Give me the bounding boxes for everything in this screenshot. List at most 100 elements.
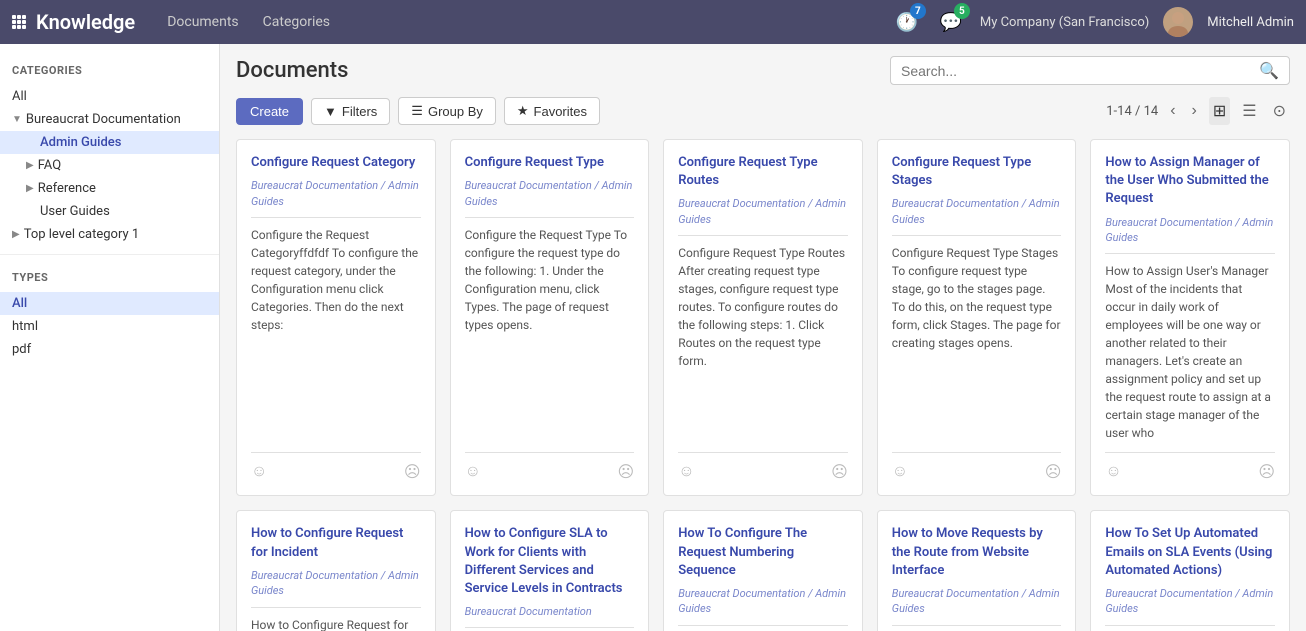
card-1-footer: ☺ ☹ bbox=[465, 452, 635, 481]
nav-documents[interactable]: Documents bbox=[167, 14, 238, 30]
card-2-breadcrumb: Bureaucrat Documentation / Admin Guides bbox=[678, 196, 848, 227]
card-2-divider bbox=[678, 235, 848, 236]
card-0-title[interactable]: Configure Request Category bbox=[251, 154, 421, 172]
settings-view-button[interactable]: ⊙ bbox=[1269, 97, 1290, 125]
sidebar-item-toplevel[interactable]: ▶ Top level category 1 bbox=[0, 223, 219, 246]
card-3-body: Configure Request Type Stages To configu… bbox=[892, 244, 1062, 442]
sidebar-pdf-label: pdf bbox=[12, 342, 31, 357]
nav-categories[interactable]: Categories bbox=[263, 14, 330, 30]
card-7-breadcrumb: Bureaucrat Documentation / Admin Guides bbox=[678, 586, 848, 617]
card-0-dislike[interactable]: ☹ bbox=[404, 462, 421, 481]
card-3-title[interactable]: Configure Request Type Stages bbox=[892, 154, 1062, 190]
sidebar-divider bbox=[0, 254, 219, 255]
card-0-body: Configure the Request Categoryffdfdf To … bbox=[251, 226, 421, 442]
sidebar-item-reference[interactable]: ▶ Reference bbox=[0, 177, 219, 200]
card-3[interactable]: Configure Request Type Stages Bureaucrat… bbox=[877, 139, 1077, 496]
filter-label: Filters bbox=[342, 104, 377, 119]
card-3-dislike[interactable]: ☹ bbox=[1045, 462, 1062, 481]
card-5[interactable]: How to Configure Request for Incident Bu… bbox=[236, 510, 436, 631]
card-4-body: How to Assign User's Manager Most of the… bbox=[1105, 262, 1275, 442]
card-4[interactable]: How to Assign Manager of the User Who Su… bbox=[1090, 139, 1290, 496]
card-4-dislike[interactable]: ☹ bbox=[1258, 462, 1275, 481]
card-3-like[interactable]: ☺ bbox=[892, 461, 908, 481]
card-1-divider bbox=[465, 217, 635, 218]
favorites-button[interactable]: ★ Favorites bbox=[504, 97, 600, 125]
apps-grid-icon[interactable] bbox=[12, 15, 26, 29]
messages-button[interactable]: 💬 5 bbox=[936, 7, 966, 37]
card-2-like[interactable]: ☺ bbox=[678, 461, 694, 481]
messages-badge: 5 bbox=[954, 3, 970, 19]
activity-badge: 7 bbox=[910, 3, 926, 19]
sidebar-types-all[interactable]: All bbox=[0, 292, 219, 315]
card-0-like[interactable]: ☺ bbox=[251, 461, 267, 481]
user-avatar[interactable] bbox=[1163, 7, 1193, 37]
cards-grid: Configure Request Category Bureaucrat Do… bbox=[236, 139, 1290, 631]
card-9-title[interactable]: How To Set Up Automated Emails on SLA Ev… bbox=[1105, 525, 1275, 580]
sidebar-bureaucrat-label: Bureaucrat Documentation bbox=[26, 112, 181, 127]
sidebar-type-pdf[interactable]: pdf bbox=[0, 338, 219, 361]
card-8[interactable]: How to Move Requests by the Route from W… bbox=[877, 510, 1077, 631]
pagination-info: 1-14 / 14 bbox=[1106, 104, 1158, 119]
card-2-title[interactable]: Configure Request Type Routes bbox=[678, 154, 848, 190]
card-6[interactable]: How to Configure SLA to Work for Clients… bbox=[450, 510, 650, 631]
sidebar-item-bureaucrat-doc[interactable]: ▼ Bureaucrat Documentation bbox=[0, 108, 219, 131]
sidebar-toplevel-label: Top level category 1 bbox=[24, 227, 139, 242]
nav-links: Documents Categories bbox=[167, 14, 892, 30]
card-1-like[interactable]: ☺ bbox=[465, 461, 481, 481]
groupby-label: Group By bbox=[428, 104, 483, 119]
content-area: CATEGORIES All ▼ Bureaucrat Documentatio… bbox=[0, 44, 1306, 631]
card-4-footer: ☺ ☹ bbox=[1105, 452, 1275, 481]
sidebar-item-admin-guides[interactable]: Admin Guides bbox=[0, 131, 219, 154]
sidebar-type-html[interactable]: html bbox=[0, 315, 219, 338]
card-8-title[interactable]: How to Move Requests by the Route from W… bbox=[892, 525, 1062, 580]
card-1[interactable]: Configure Request Type Bureaucrat Docume… bbox=[450, 139, 650, 496]
card-9-divider bbox=[1105, 625, 1275, 626]
page-title: Documents bbox=[236, 58, 348, 83]
card-4-like[interactable]: ☺ bbox=[1105, 461, 1121, 481]
card-1-dislike[interactable]: ☹ bbox=[618, 462, 635, 481]
card-3-footer: ☺ ☹ bbox=[892, 452, 1062, 481]
sidebar-all-categories[interactable]: All bbox=[0, 85, 219, 108]
groupby-button[interactable]: ☰ Group By bbox=[398, 97, 496, 125]
card-2[interactable]: Configure Request Type Routes Bureaucrat… bbox=[663, 139, 863, 496]
card-6-title[interactable]: How to Configure SLA to Work for Clients… bbox=[465, 525, 635, 598]
card-3-breadcrumb: Bureaucrat Documentation / Admin Guides bbox=[892, 196, 1062, 227]
list-view-button[interactable]: ☰ bbox=[1238, 97, 1260, 125]
card-1-title[interactable]: Configure Request Type bbox=[465, 154, 635, 172]
grid-view-button[interactable]: ⊞ bbox=[1209, 97, 1230, 125]
star-icon: ★ bbox=[517, 103, 529, 119]
card-0[interactable]: Configure Request Category Bureaucrat Do… bbox=[236, 139, 436, 496]
card-0-footer: ☺ ☹ bbox=[251, 452, 421, 481]
toolbar: Create ▼ Filters ☰ Group By ★ Favorites … bbox=[236, 97, 1290, 125]
search-input[interactable] bbox=[901, 63, 1259, 79]
sidebar-reference-label: Reference bbox=[38, 181, 96, 196]
card-1-body: Configure the Request Type To configure … bbox=[465, 226, 635, 442]
card-7-title[interactable]: How To Configure The Request Numbering S… bbox=[678, 525, 848, 580]
card-6-breadcrumb: Bureaucrat Documentation bbox=[465, 604, 635, 619]
card-1-breadcrumb: Bureaucrat Documentation / Admin Guides bbox=[465, 178, 635, 209]
card-8-breadcrumb: Bureaucrat Documentation / Admin Guides bbox=[892, 586, 1062, 617]
sidebar-item-user-guides[interactable]: User Guides bbox=[0, 200, 219, 223]
filter-button[interactable]: ▼ Filters bbox=[311, 98, 390, 125]
card-5-title[interactable]: How to Configure Request for Incident bbox=[251, 525, 421, 561]
card-4-title[interactable]: How to Assign Manager of the User Who Su… bbox=[1105, 154, 1275, 209]
card-2-dislike[interactable]: ☹ bbox=[831, 462, 848, 481]
card-9[interactable]: How To Set Up Automated Emails on SLA Ev… bbox=[1090, 510, 1290, 631]
card-0-divider bbox=[251, 217, 421, 218]
company-name: My Company (San Francisco) bbox=[980, 15, 1149, 30]
chevron-right-icon: ▶ bbox=[26, 160, 34, 171]
card-4-divider bbox=[1105, 253, 1275, 254]
sidebar-types-all-label: All bbox=[12, 296, 27, 311]
card-8-divider bbox=[892, 625, 1062, 626]
activity-button[interactable]: 🕐 7 bbox=[892, 7, 922, 37]
sidebar-item-faq[interactable]: ▶ FAQ bbox=[0, 154, 219, 177]
chevron-down-icon: ▼ bbox=[12, 114, 22, 125]
sidebar-html-label: html bbox=[12, 319, 38, 334]
search-icon[interactable]: 🔍 bbox=[1259, 61, 1279, 80]
card-7[interactable]: How To Configure The Request Numbering S… bbox=[663, 510, 863, 631]
next-page-button[interactable]: › bbox=[1188, 102, 1201, 120]
nav-right-section: 🕐 7 💬 5 My Company (San Francisco) Mitch… bbox=[892, 7, 1294, 37]
prev-page-button[interactable]: ‹ bbox=[1166, 102, 1179, 120]
types-section-header: TYPES bbox=[0, 263, 219, 292]
create-button[interactable]: Create bbox=[236, 98, 303, 125]
